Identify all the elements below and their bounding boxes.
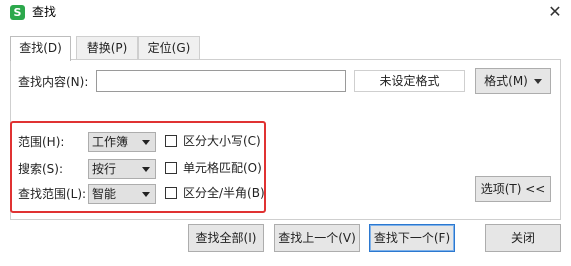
look-in-select-value: 智能 <box>92 187 117 201</box>
find-next-button[interactable]: 查找下一个(F) <box>369 224 455 252</box>
look-in-select[interactable]: 智能 <box>88 184 156 204</box>
tab-goto[interactable]: 定位(G) <box>138 36 200 60</box>
find-all-button[interactable]: 查找全部(I) <box>188 224 264 252</box>
title-bar: S 查找 ✕ <box>0 0 571 25</box>
match-case-label: 区分大小写(C) <box>183 134 261 148</box>
match-width-label: 区分全/半角(B) <box>183 186 265 200</box>
checkbox-box[interactable] <box>165 135 177 147</box>
close-button[interactable]: 关闭 <box>485 224 561 252</box>
close-icon[interactable]: ✕ <box>544 2 566 22</box>
range-label: 范围(H): <box>18 135 65 149</box>
tab-find[interactable]: 查找(D) <box>10 36 71 61</box>
look-in-label: 查找范围(L): <box>18 187 87 201</box>
search-select[interactable]: 按行 <box>88 159 156 179</box>
chevron-down-icon <box>142 192 150 197</box>
find-what-input[interactable] <box>96 70 346 92</box>
range-select[interactable]: 工作簿 <box>88 132 156 152</box>
range-select-value: 工作簿 <box>92 135 129 149</box>
match-cell-label: 单元格匹配(O) <box>183 161 262 175</box>
options-toggle-button[interactable]: 选项(T) << <box>475 176 551 202</box>
wps-spreadsheet-icon: S <box>10 5 25 20</box>
tab-replace[interactable]: 替换(P) <box>76 36 138 60</box>
format-dropdown-button[interactable]: 格式(M) <box>475 68 551 94</box>
find-previous-button[interactable]: 查找上一个(V) <box>274 224 360 252</box>
search-label: 搜索(S): <box>18 162 64 176</box>
search-select-value: 按行 <box>92 162 117 176</box>
format-status: 未设定格式 <box>354 70 465 92</box>
chevron-down-icon <box>142 140 150 145</box>
checkbox-box[interactable] <box>165 162 177 174</box>
checkbox-box[interactable] <box>165 187 177 199</box>
find-what-label: 查找内容(N): <box>18 75 89 89</box>
chevron-down-icon <box>142 167 150 172</box>
format-button-label: 格式(M) <box>484 74 528 88</box>
window-title: 查找 <box>32 5 57 19</box>
chevron-down-icon <box>533 79 542 84</box>
